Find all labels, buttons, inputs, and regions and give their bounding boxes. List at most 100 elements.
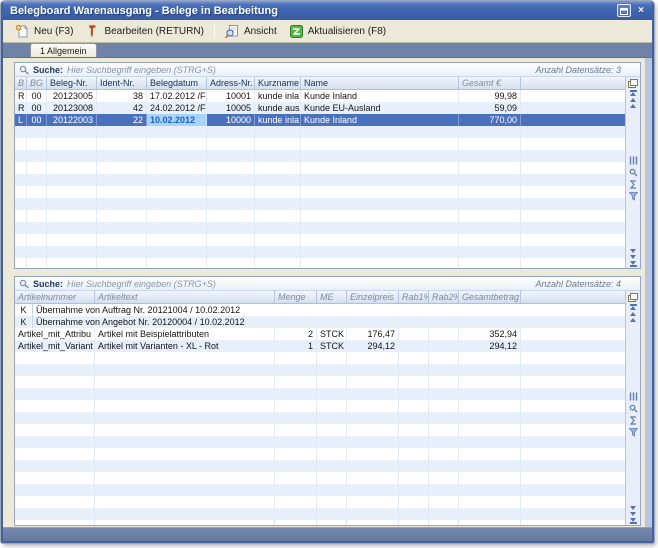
column-header[interactable]: Einzelpreis	[347, 291, 399, 303]
positions-search-bar[interactable]: Suche: Hier Suchbegriff eingeben (STRG+S…	[15, 277, 640, 291]
scroll-last-button[interactable]	[630, 261, 637, 267]
empty-row[interactable]	[15, 258, 625, 268]
empty-row[interactable]	[15, 138, 625, 150]
scroll-pagedown-button[interactable]	[630, 255, 636, 259]
column-header[interactable]: Artikelnummer	[15, 291, 95, 303]
scroll-up-button[interactable]	[630, 104, 636, 108]
empty-row[interactable]	[15, 424, 625, 436]
tab-allgemein[interactable]: 1 Allgemein	[30, 43, 97, 57]
columns-icon[interactable]	[628, 391, 639, 401]
empty-row[interactable]	[15, 520, 625, 525]
empty-row[interactable]	[15, 150, 625, 162]
empty-row[interactable]	[15, 508, 625, 520]
documents-search-bar[interactable]: Suche: Hier Suchbegriff eingeben (STRG+S…	[15, 63, 640, 77]
empty-row[interactable]	[15, 126, 625, 138]
column-header[interactable]: Name	[301, 77, 459, 89]
scroll-first-button[interactable]	[630, 90, 637, 96]
search-row-icon[interactable]	[628, 168, 639, 178]
table-row[interactable]: L00201220032210.02.201210000kunde inlaKu…	[15, 114, 625, 126]
close-button[interactable]: ×	[634, 4, 648, 17]
comment-row[interactable]: KÜbernahme von Auftrag Nr. 20121004 / 10…	[15, 304, 625, 316]
empty-row[interactable]	[15, 246, 625, 258]
grid-header-row: BBGBeleg-Nr.Ident-Nr.BelegdatumAdress-Nr…	[15, 77, 625, 90]
cell	[317, 484, 347, 496]
column-header[interactable]: B	[15, 77, 27, 89]
empty-row[interactable]	[15, 496, 625, 508]
column-header[interactable]: Menge	[275, 291, 317, 303]
table-row[interactable]: Artikel_mit_AttribuArtikel mit Beispiela…	[15, 328, 625, 340]
column-header[interactable]: Rab1%	[399, 291, 429, 303]
columns-icon[interactable]	[628, 156, 639, 166]
scroll-pageup-button[interactable]	[630, 98, 636, 102]
empty-row[interactable]	[15, 198, 625, 210]
comment-row[interactable]: KÜbernahme von Angebot Nr. 20120004 / 10…	[15, 316, 625, 328]
search-input[interactable]: Hier Suchbegriff eingeben (STRG+S)	[67, 279, 531, 289]
sum-row-icon[interactable]	[628, 180, 639, 190]
filter-row-icon[interactable]	[628, 427, 639, 437]
scroll-down-button[interactable]	[630, 249, 636, 253]
cell	[255, 258, 301, 268]
column-header[interactable]: Belegdatum	[147, 77, 207, 89]
column-chooser-icon[interactable]	[628, 78, 639, 88]
filter-row-icon[interactable]	[628, 192, 639, 202]
search-row-icon[interactable]	[628, 403, 639, 413]
cell	[95, 520, 275, 525]
empty-row[interactable]	[15, 388, 625, 400]
restore-button[interactable]	[617, 4, 631, 17]
column-chooser-icon[interactable]	[628, 292, 639, 302]
cell	[97, 150, 147, 162]
scroll-last-button[interactable]	[630, 518, 637, 524]
empty-row[interactable]	[15, 448, 625, 460]
cell	[429, 460, 459, 472]
new-button[interactable]: Neu (F3)	[9, 21, 79, 42]
cell	[429, 448, 459, 460]
scroll-first-button[interactable]	[630, 304, 637, 310]
column-header[interactable]: Beleg-Nr.	[47, 77, 97, 89]
table-row[interactable]: R00201230053817.02.2012 /Fr10001kunde in…	[15, 90, 625, 102]
column-header[interactable]: Kurzname	[255, 77, 301, 89]
scroll-pageup-button[interactable]	[630, 312, 636, 316]
empty-row[interactable]	[15, 484, 625, 496]
empty-row[interactable]	[15, 186, 625, 198]
empty-row[interactable]	[15, 400, 625, 412]
empty-row[interactable]	[15, 376, 625, 388]
empty-row[interactable]	[15, 352, 625, 364]
column-header[interactable]: Artikeltext	[95, 291, 275, 303]
refresh-button[interactable]: Aktualisieren (F8)	[283, 21, 392, 42]
empty-row[interactable]	[15, 174, 625, 186]
table-row[interactable]: Artikel_mit_VariantArtikel mit Varianten…	[15, 340, 625, 352]
column-header[interactable]: Adress-Nr.	[207, 77, 255, 89]
sum-row-icon[interactable]	[628, 415, 639, 425]
cell	[399, 412, 429, 424]
column-header[interactable]: BG	[27, 77, 47, 89]
cell: 294,12	[459, 340, 521, 352]
scroll-up-button[interactable]	[630, 318, 636, 322]
title-bar[interactable]: Belegboard Warenausgang - Belege in Bear…	[3, 1, 652, 20]
column-header[interactable]: Ident-Nr.	[97, 77, 147, 89]
empty-row[interactable]	[15, 460, 625, 472]
view-button[interactable]: Ansicht	[219, 21, 283, 42]
column-header[interactable]: Gesamt €	[459, 77, 521, 89]
cell	[15, 424, 95, 436]
cell	[459, 520, 521, 525]
empty-row[interactable]	[15, 210, 625, 222]
empty-row[interactable]	[15, 412, 625, 424]
column-header[interactable]: ME	[317, 291, 347, 303]
empty-row[interactable]	[15, 222, 625, 234]
empty-row[interactable]	[15, 472, 625, 484]
empty-row[interactable]	[15, 364, 625, 376]
column-header[interactable]: Gesamtbetrag	[459, 291, 521, 303]
empty-row[interactable]	[15, 436, 625, 448]
empty-row[interactable]	[15, 234, 625, 246]
search-input[interactable]: Hier Suchbegriff eingeben (STRG+S)	[67, 65, 531, 75]
table-row[interactable]: R00201230084224.02.2012 /Fr10005kunde au…	[15, 102, 625, 114]
cell: 38	[97, 90, 147, 102]
cell	[347, 388, 399, 400]
scroll-down-button[interactable]	[630, 506, 636, 510]
scroll-pagedown-button[interactable]	[630, 512, 636, 516]
column-header[interactable]: Rab2%	[429, 291, 459, 303]
edit-button[interactable]: Bearbeiten (RETURN)	[79, 21, 209, 42]
cell	[15, 198, 27, 210]
cell	[399, 460, 429, 472]
empty-row[interactable]	[15, 162, 625, 174]
